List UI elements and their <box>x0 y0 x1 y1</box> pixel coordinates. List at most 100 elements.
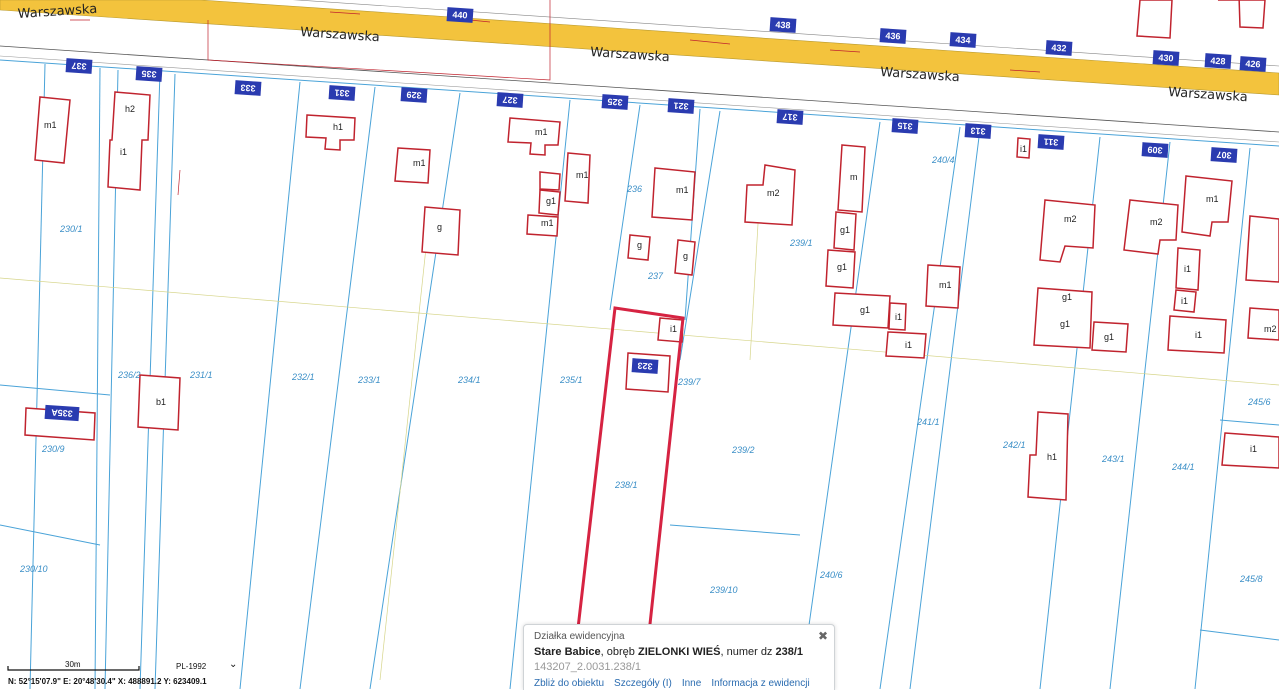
parcel-label: 239/10 <box>709 585 738 595</box>
house-number-badge: 315 <box>891 118 919 134</box>
parcel-label: 242/1 <box>1002 440 1026 450</box>
parcel-label: 243/1 <box>1101 454 1125 464</box>
house-number-badge: 311 <box>1037 134 1065 150</box>
popup-title: Działka ewidencyjna <box>534 631 625 642</box>
house-number-badge: 335A <box>44 404 80 422</box>
building-label: m1 <box>576 170 589 180</box>
house-number-badge: 430 <box>1152 50 1180 66</box>
house-number: 335 <box>141 69 157 80</box>
details-link[interactable]: Szczegóły (I) <box>614 678 672 689</box>
cadastral-map[interactable]: Warszawska Warszawska Warszawska Warszaw… <box>0 0 1279 689</box>
parcel-label: 240/4 <box>931 155 955 165</box>
house-number-badge: 440 <box>446 7 474 23</box>
building-label: m1 <box>535 127 548 137</box>
building-label: i1 <box>1020 144 1027 154</box>
building-label: m2 <box>1150 217 1163 227</box>
house-number-badge: 327 <box>496 92 524 108</box>
house-number: 323 <box>637 361 653 372</box>
house-number-badge: 337 <box>65 58 93 74</box>
parcel-label: 241/1 <box>916 417 940 427</box>
parcel-label: 237 <box>647 271 664 281</box>
parcel-identifier: 143207_2.0031.238/1 <box>534 661 642 673</box>
parcel-label: 230/9 <box>41 444 65 454</box>
parcel-label: 244/1 <box>1171 462 1195 472</box>
house-number: 440 <box>452 10 468 21</box>
parcel-label: 235/1 <box>559 375 583 385</box>
house-number-badge: 307 <box>1210 147 1238 163</box>
building-label: g1 <box>546 196 556 206</box>
building-label: i1 <box>895 312 902 322</box>
parcel-label: 232/1 <box>291 372 315 382</box>
building-label: m1 <box>44 120 57 130</box>
house-number: 331 <box>334 88 350 99</box>
building-label: m1 <box>676 185 689 195</box>
house-number: 438 <box>775 20 791 31</box>
house-number-badge: 321 <box>667 98 695 114</box>
house-number-badge: 317 <box>776 109 804 125</box>
house-number: 335A <box>50 407 73 418</box>
house-number: 426 <box>1245 59 1261 70</box>
parcel-label: 234/1 <box>457 375 481 385</box>
parcel-label: 233/1 <box>357 375 381 385</box>
parcel-number: 238/1 <box>775 646 804 658</box>
crs-selector[interactable]: PL-1992 <box>176 662 206 671</box>
building-label: g <box>437 222 442 232</box>
house-number-badge: 426 <box>1239 56 1267 72</box>
building-label: g1 <box>1104 332 1114 342</box>
house-number-badge: 333 <box>234 80 262 96</box>
parcel-label: 230/1 <box>59 224 83 234</box>
popup-links: Zbliż do obiektu Szczegóły (I) Inne Informa… <box>534 678 820 689</box>
building-label: h1 <box>1047 452 1057 462</box>
building-label: i1 <box>670 324 677 334</box>
parcel-label: 245/6 <box>1247 397 1271 407</box>
house-number: 436 <box>885 31 901 42</box>
zoom-to-object-link[interactable]: Zbliż do obiektu <box>534 678 604 689</box>
chevron-down-icon[interactable]: ⌄ <box>229 659 237 670</box>
house-number: 325 <box>607 97 623 108</box>
building-label: i1 <box>1184 264 1191 274</box>
registry-info-link[interactable]: Informacja z ewidencji <box>711 678 809 689</box>
building-label: i1 <box>1195 330 1202 340</box>
house-number: 317 <box>782 112 798 123</box>
road-warszawska <box>0 0 1279 143</box>
parcel-label: 239/1 <box>789 238 813 248</box>
house-number: 434 <box>955 35 971 46</box>
house-number: 321 <box>673 101 689 112</box>
text-numer: , numer dz <box>720 646 776 658</box>
house-number: 337 <box>71 61 87 72</box>
house-number-badge: 329 <box>400 87 428 103</box>
precinct-name: ZIELONKI WIEŚ <box>637 646 721 658</box>
house-number-badge: 438 <box>769 17 797 33</box>
building-label: m2 <box>767 188 780 198</box>
building-label: i1 <box>120 147 127 157</box>
building-label: g1 <box>1060 319 1070 329</box>
building-label: g1 <box>840 225 850 235</box>
house-number: 428 <box>1210 56 1226 67</box>
building-label: g1 <box>860 305 870 315</box>
house-number: 430 <box>1158 53 1174 64</box>
parcel-label: 230/10 <box>19 564 48 574</box>
coordinate-readout: N: 52°15'07.9" E: 20°48'30.4" X: 488891.… <box>8 677 207 686</box>
building-label: m1 <box>939 280 952 290</box>
other-link[interactable]: Inne <box>682 678 701 689</box>
house-number: 313 <box>970 126 986 137</box>
building-label: m1 <box>541 218 554 228</box>
building-label: i1 <box>1181 296 1188 306</box>
house-number-badge: 428 <box>1204 53 1232 69</box>
close-icon[interactable]: ✖ <box>818 629 828 643</box>
parcel-label: 240/6 <box>819 570 843 580</box>
house-number-badge: 436 <box>879 28 907 44</box>
parcel-label: 239/7 <box>677 377 702 387</box>
building-label: b1 <box>156 397 166 407</box>
house-number-badge: 313 <box>964 123 992 139</box>
building-label: g1 <box>837 262 847 272</box>
house-number-badge: 323 <box>631 358 659 374</box>
parcel-label: 245/8 <box>1239 574 1263 584</box>
building-label: g <box>637 240 642 250</box>
building-label: m <box>850 172 858 182</box>
house-number: 432 <box>1051 43 1067 54</box>
text-obreb: , obręb <box>600 646 638 658</box>
parcel-label: 236/2 <box>117 370 141 380</box>
commune-name: Stare Babice <box>534 646 601 658</box>
parcel-label: 239/2 <box>731 445 755 455</box>
